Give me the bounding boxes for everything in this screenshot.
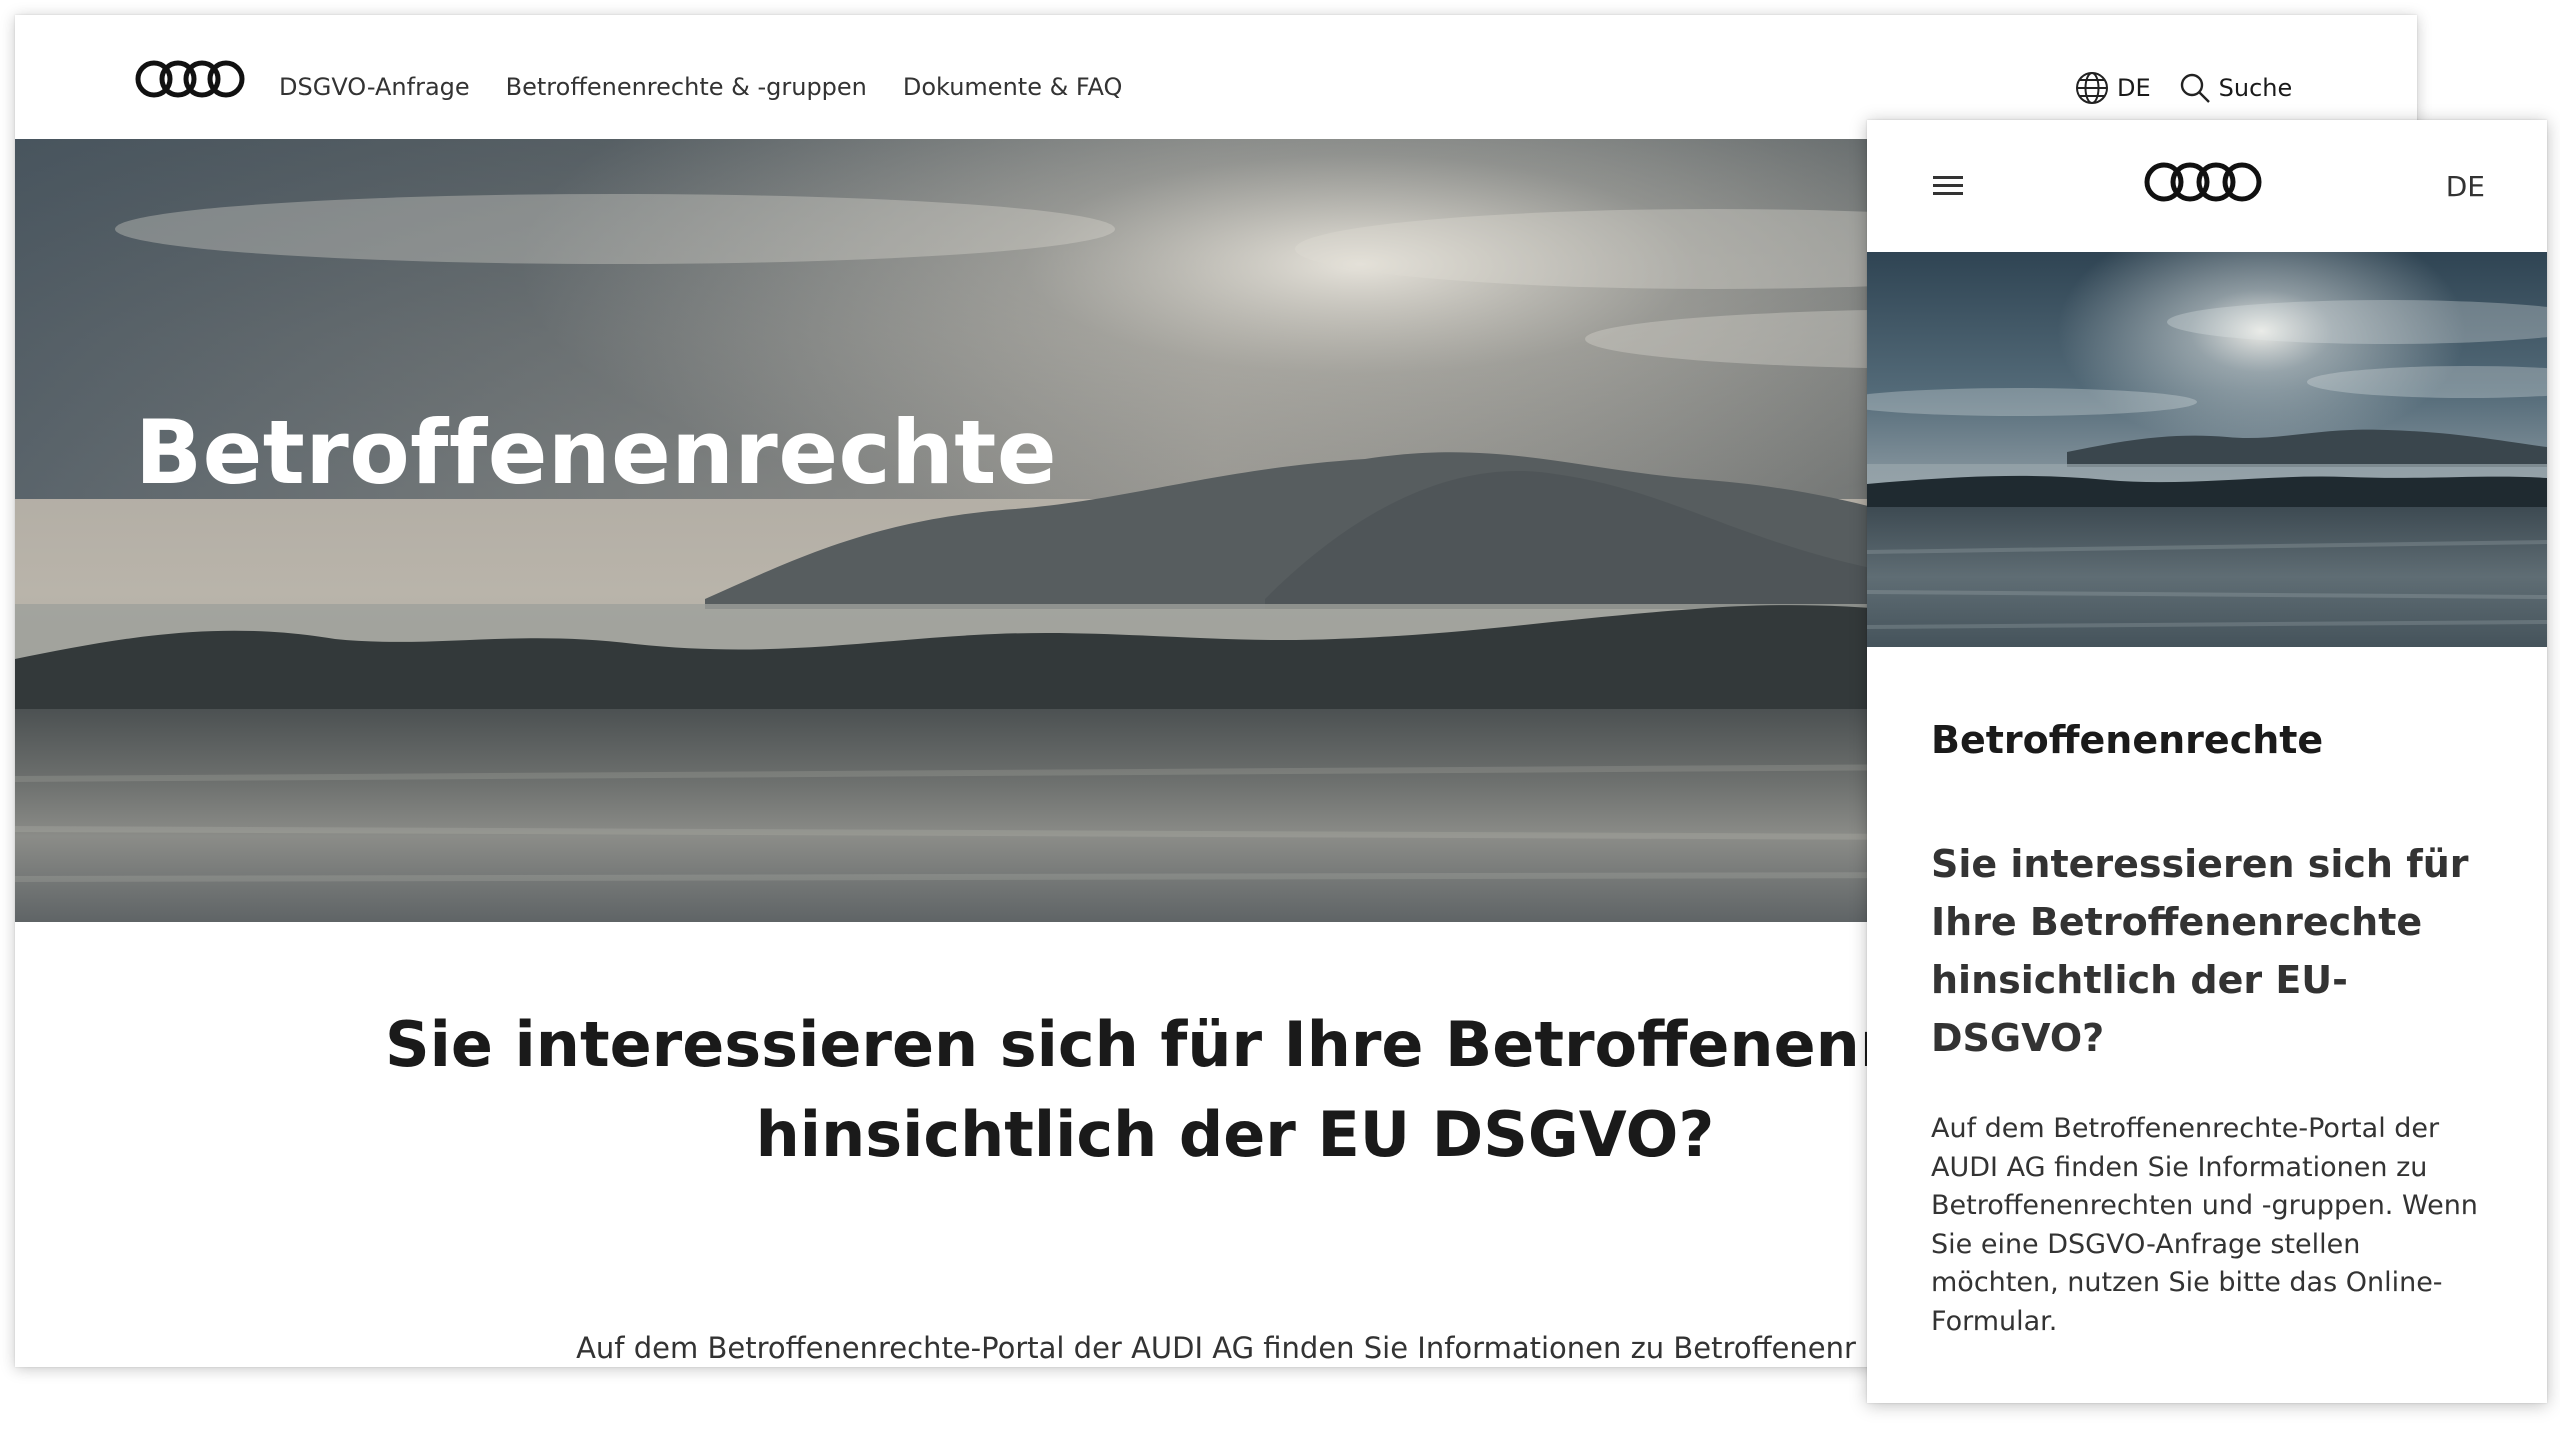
header-tools: DE Suche [2075, 71, 2320, 105]
nav-item-betroffenenrechte[interactable]: Betroffenenrechte & -gruppen [506, 73, 867, 101]
hamburger-menu-icon[interactable] [1933, 176, 1963, 196]
audi-rings-icon[interactable] [2144, 160, 2262, 204]
nav-item-dsgvo-anfrage[interactable]: DSGVO-Anfrage [279, 73, 470, 101]
language-selector[interactable]: DE [2446, 170, 2485, 203]
language-selector[interactable]: DE [2075, 71, 2151, 105]
main-nav: DSGVO-Anfrage Betroffenenrechte & -grupp… [279, 73, 1122, 101]
mobile-intro-paragraph: Auf dem Betroffenenrechte-Portal der AUD… [1931, 1113, 2478, 1337]
mobile-header: DE [1867, 120, 2547, 252]
mobile-hero-banner [1867, 252, 2547, 647]
mobile-page-title: Betroffenenrechte [1931, 718, 2324, 762]
hero-title: Betroffenenrechte [135, 401, 1058, 504]
language-label: DE [2117, 74, 2151, 102]
mobile-intro-question-heading: Sie interessieren sich für Ihre Betroffe… [1931, 842, 2469, 1060]
search-button[interactable]: Suche [2179, 72, 2293, 104]
intro-question-heading: Sie interessieren sich für Ihre Betroffe… [385, 1008, 2085, 1171]
audi-rings-icon[interactable] [135, 58, 245, 100]
hero-landscape-image [1867, 252, 2547, 647]
nav-item-dokumente-faq[interactable]: Dokumente & FAQ [903, 73, 1123, 101]
globe-icon [2076, 72, 2108, 104]
search-label: Suche [2218, 74, 2293, 102]
mobile-page: DE Betroffenenrechte Sie interessieren s… [1867, 120, 2547, 1403]
search-icon [2180, 73, 2210, 103]
